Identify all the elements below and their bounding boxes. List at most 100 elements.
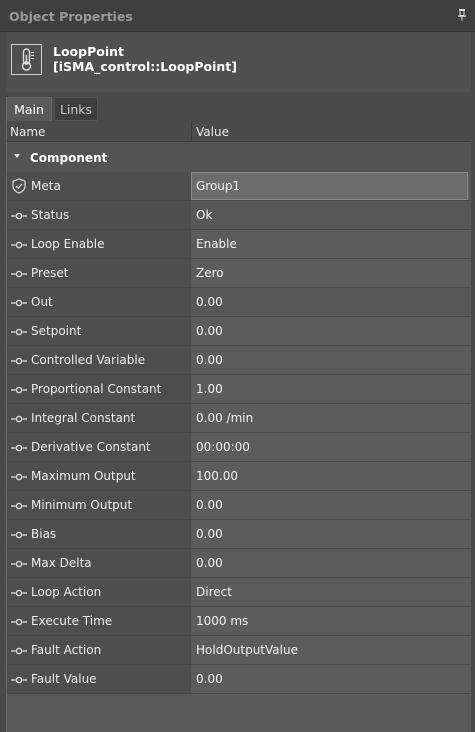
chevron-down-icon[interactable] [14,154,20,158]
slot-icon [11,268,27,278]
property-value: 0.00 [196,324,223,338]
property-name: Out [31,295,53,309]
object-name: LoopPoint [53,44,124,59]
property-value: HoldOutputValue [196,643,298,657]
column-header: Name Value [7,121,471,142]
property-row: Meta Group1 [7,172,471,201]
slot-icon [11,355,27,365]
property-value-field[interactable]: Ok [191,201,471,229]
property-value-field[interactable]: 1.00 [191,375,471,403]
property-row: Fault Value 0.00 [7,665,471,694]
property-value: Enable [196,237,237,251]
property-value-field[interactable]: 00:00:00 [191,433,471,461]
property-name: Loop Enable [31,237,105,251]
property-value-field[interactable]: 0.00 [191,288,471,316]
property-row: Minimum Output 0.00 [7,491,471,520]
property-value: Direct [196,585,232,599]
property-value-field[interactable]: 0.00 [191,549,471,577]
property-name-cell: Bias [7,520,191,548]
property-value: 00:00:00 [196,440,250,454]
tab-main[interactable]: Main [6,97,52,121]
property-value-field[interactable]: 0.00 [191,346,471,374]
slot-icon [11,558,27,568]
property-sheet: Name Value Component Meta Group1 Status Ok L… [6,121,471,732]
slot-icon [11,442,27,452]
slot-icon [11,413,27,423]
property-name-cell: Maximum Output [7,462,191,490]
property-row: Integral Constant 0.00 /min [7,404,471,433]
property-value: 0.00 /min [196,411,254,425]
property-row: Setpoint 0.00 [7,317,471,346]
property-name-cell: Integral Constant [7,404,191,432]
property-name: Fault Value [31,672,97,686]
property-name: Integral Constant [31,411,136,425]
property-name: Controlled Variable [31,353,146,367]
property-name-cell: Fault Value [7,665,191,693]
property-value: 0.00 [196,498,223,512]
property-value: 0.00 [196,527,223,541]
slot-icon [11,384,27,394]
property-name-cell: Out [7,288,191,316]
property-row: Preset Zero [7,259,471,288]
slot-icon [11,645,27,655]
property-value-field[interactable]: 0.00 [191,317,471,345]
property-name: Status [31,208,70,222]
property-value: 0.00 [196,556,223,570]
property-name-cell: Loop Enable [7,230,191,258]
property-row: Max Delta 0.00 [7,549,471,578]
property-name: Fault Action [31,643,102,657]
property-value-field[interactable]: Group1 [191,172,468,200]
property-value: 100.00 [196,469,238,483]
column-name-header[interactable]: Name [10,125,45,139]
property-value-field[interactable]: Zero [191,259,471,287]
property-name: Meta [31,179,61,193]
property-name-cell: Loop Action [7,578,191,606]
slot-icon [11,471,27,481]
property-name-cell: Derivative Constant [7,433,191,461]
property-value-field[interactable]: 0.00 [191,520,471,548]
property-value-field[interactable]: 1000 ms [191,607,471,635]
property-name-cell: Minimum Output [7,491,191,519]
property-row: Out 0.00 [7,288,471,317]
property-row: Maximum Output 100.00 [7,462,471,491]
property-value-field[interactable]: 0.00 /min [191,404,471,432]
slot-icon [11,210,27,220]
slot-icon [11,616,27,626]
property-value: 1000 ms [196,614,249,628]
property-value-field[interactable]: Direct [191,578,471,606]
component-group-header[interactable]: Component [7,143,471,172]
property-name-cell: Preset [7,259,191,287]
property-name: Bias [31,527,57,541]
property-name: Derivative Constant [31,440,151,454]
property-name: Proportional Constant [31,382,162,396]
shield-icon [11,178,27,194]
property-value-field[interactable]: 0.00 [191,665,471,693]
property-name-cell: Setpoint [7,317,191,345]
slot-icon [11,587,27,597]
column-divider[interactable] [191,121,192,142]
tab-links[interactable]: Links [54,97,98,121]
property-value: Zero [196,266,224,280]
slot-icon [11,239,27,249]
property-row: Controlled Variable 0.00 [7,346,471,375]
property-name-cell: Execute Time [7,607,191,635]
property-value-field[interactable]: Enable [191,230,471,258]
property-row: Loop Action Direct [7,578,471,607]
slot-icon [11,297,27,307]
title-bar: Object Properties [0,0,475,32]
pin-icon[interactable] [457,9,467,21]
object-type: [iSMA_control::LoopPoint] [53,59,237,74]
property-value-field[interactable]: HoldOutputValue [191,636,471,664]
property-row: Derivative Constant 00:00:00 [7,433,471,462]
column-value-header[interactable]: Value [196,125,229,139]
property-value: 0.00 [196,295,223,309]
property-name-cell: Max Delta [7,549,191,577]
property-value-field[interactable]: 0.00 [191,491,471,519]
property-value: 0.00 [196,672,223,686]
property-name-cell: Controlled Variable [7,346,191,374]
property-value-field[interactable]: 100.00 [191,462,471,490]
property-value: 0.00 [196,353,223,367]
property-name-cell: Status [7,201,191,229]
property-name-cell: Proportional Constant [7,375,191,403]
property-value: Ok [196,208,213,222]
